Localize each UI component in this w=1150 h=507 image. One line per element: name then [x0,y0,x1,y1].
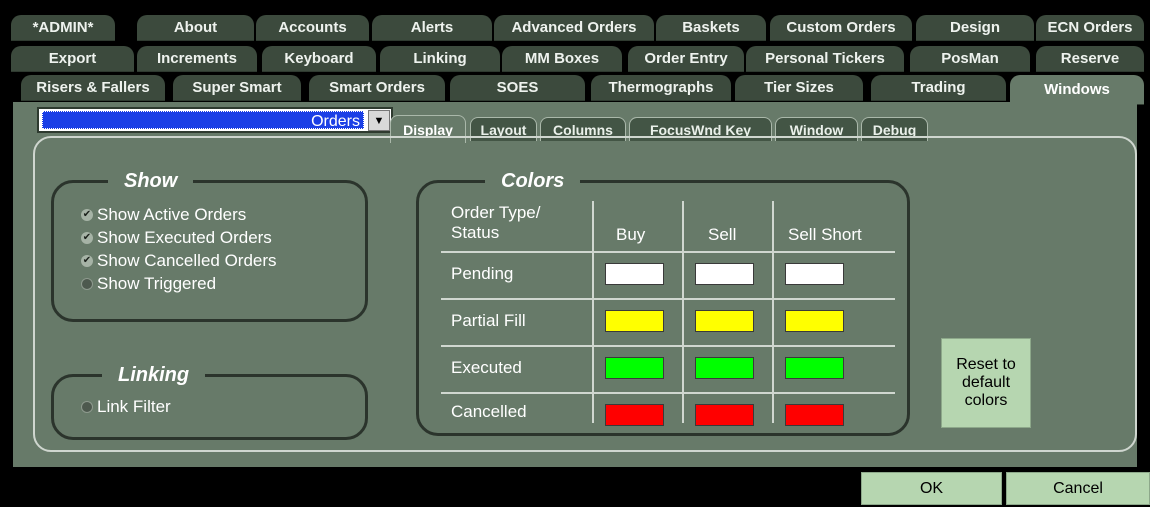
color-swatch-pending-buy[interactable] [605,263,664,285]
ok-button[interactable]: OK [861,472,1002,505]
tab-custom-orders[interactable]: Custom Orders [770,15,912,41]
check-icon: ✔ [81,232,93,244]
column-header-sell: Sell [708,225,737,244]
tab-smart-orders[interactable]: Smart Orders [309,75,445,101]
tab-keyboard[interactable]: Keyboard [262,46,376,72]
row-label-executed: Executed [451,358,522,377]
show-triggered-checkbox[interactable]: Show Triggered [81,274,216,294]
colors-group: Colors Order Type/ Status Buy Sell Sell … [416,169,910,436]
row-label-pending: Pending [451,264,514,283]
column-header-sell-short: Sell Short [788,225,862,244]
grid-divider [441,298,895,300]
show-group-title: Show [108,169,194,193]
color-swatch-executed-sell[interactable] [695,357,754,379]
color-swatch-cancelled-sell-short[interactable] [785,404,844,426]
linking-group: Linking Link Filter [51,363,368,440]
tab-posman[interactable]: PosMan [910,46,1030,72]
tab-order-entry[interactable]: Order Entry [628,46,744,72]
grid-divider [441,392,895,394]
color-swatch-partial-fill-sell-short[interactable] [785,310,844,332]
tab-increments[interactable]: Increments [137,46,257,72]
tab-accounts[interactable]: Accounts [256,15,369,41]
tab-design[interactable]: Design [916,15,1034,41]
tab-mm-boxes[interactable]: MM Boxes [502,46,622,72]
tab-admin[interactable]: *ADMIN* [11,15,115,41]
column-header-buy: Buy [616,225,646,244]
cancel-button[interactable]: Cancel [1006,472,1150,505]
grid-divider [772,201,774,423]
color-swatch-partial-fill-buy[interactable] [605,310,664,332]
tab-about[interactable]: About [137,15,254,41]
tab-row-3: Risers & Fallers Super Smart Smart Order… [0,75,1150,105]
tab-ecn-orders[interactable]: ECN Orders [1036,15,1144,41]
window-type-value: Orders [42,111,364,130]
color-swatch-partial-fill-sell[interactable] [695,310,754,332]
color-swatch-pending-sell[interactable] [695,263,754,285]
tab-trading[interactable]: Trading [871,75,1006,101]
show-executed-orders-checkbox[interactable]: ✔ Show Executed Orders [81,228,272,248]
unchecked-icon [81,278,93,290]
grid-divider [441,345,895,347]
row-label-cancelled: Cancelled [451,402,527,421]
tab-row-2: Export Increments Keyboard Linking MM Bo… [0,46,1150,72]
tab-baskets[interactable]: Baskets [656,15,766,41]
tab-linking[interactable]: Linking [380,46,500,72]
unchecked-icon [81,401,93,413]
tab-personal-tickers[interactable]: Personal Tickers [746,46,904,72]
grid-divider [441,251,895,253]
reset-default-colors-button[interactable]: Reset to default colors [941,338,1031,428]
show-active-orders-checkbox[interactable]: ✔ Show Active Orders [81,205,246,225]
row-label-partial-fill: Partial Fill [451,311,526,330]
color-swatch-executed-sell-short[interactable] [785,357,844,379]
color-swatch-pending-sell-short[interactable] [785,263,844,285]
tab-row-1: *ADMIN* About Accounts Alerts Advanced O… [0,15,1150,41]
tab-thermographs[interactable]: Thermographs [591,75,731,101]
tab-soes[interactable]: SOES [450,75,585,101]
colors-group-title: Colors [485,169,581,193]
tab-risers-fallers[interactable]: Risers & Fallers [21,75,165,101]
grid-divider [592,201,594,423]
color-swatch-executed-buy[interactable] [605,357,664,379]
color-swatch-cancelled-buy[interactable] [605,404,664,426]
dropdown-arrow-icon[interactable]: ▼ [368,110,390,131]
grid-divider [682,201,684,423]
tab-advanced-orders[interactable]: Advanced Orders [494,15,654,41]
order-type-status-header: Order Type/ Status [451,203,541,242]
link-filter-checkbox[interactable]: Link Filter [81,397,171,417]
tab-export[interactable]: Export [11,46,134,72]
tab-alerts[interactable]: Alerts [372,15,492,41]
window-type-select[interactable]: Orders ▼ [37,107,393,133]
color-swatch-cancelled-sell[interactable] [695,404,754,426]
tab-reserve[interactable]: Reserve [1036,46,1144,72]
check-icon: ✔ [81,209,93,221]
display-content-frame: Show ✔ Show Active Orders ✔ Show Executed … [33,136,1137,452]
show-cancelled-orders-checkbox[interactable]: ✔ Show Cancelled Orders [81,251,277,271]
tab-tier-sizes[interactable]: Tier Sizes [735,75,863,101]
tab-windows[interactable]: Windows [1010,75,1144,105]
linking-group-title: Linking [102,363,206,387]
check-icon: ✔ [81,255,93,267]
tab-super-smart[interactable]: Super Smart [173,75,301,101]
show-group: Show ✔ Show Active Orders ✔ Show Executed … [51,169,368,322]
windows-settings-panel: Orders ▼ Display Layout Columns FocusWnd… [13,102,1137,467]
